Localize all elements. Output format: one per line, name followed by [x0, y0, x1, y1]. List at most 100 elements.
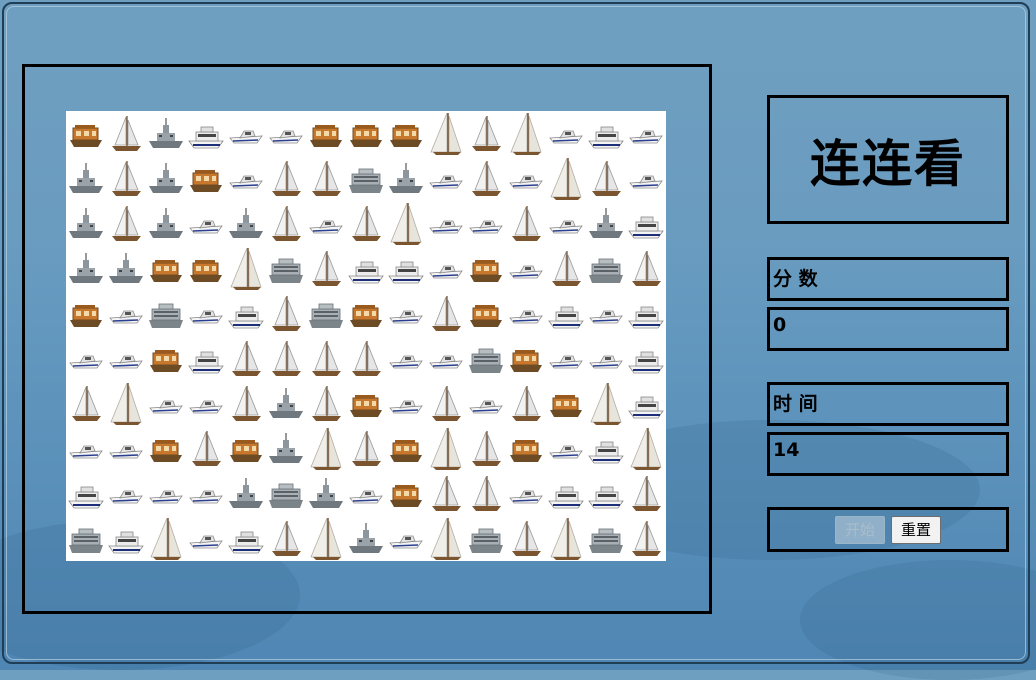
speedboat-tile[interactable] — [266, 111, 306, 156]
sailboat-tile[interactable] — [466, 111, 506, 156]
speedboat-tile[interactable] — [66, 336, 106, 381]
sailboat-tile[interactable] — [266, 336, 306, 381]
big-sail-tile[interactable] — [426, 516, 466, 561]
speedboat-tile[interactable] — [226, 156, 266, 201]
orange-boat-tile[interactable] — [226, 426, 266, 471]
gray-ship-tile[interactable] — [466, 516, 506, 561]
reset-button[interactable]: 重置 — [891, 515, 942, 544]
white-yacht-tile[interactable] — [586, 471, 626, 516]
sailboat-tile[interactable] — [106, 111, 146, 156]
sailboat-tile[interactable] — [66, 381, 106, 426]
orange-boat-tile[interactable] — [146, 426, 186, 471]
sailboat-tile[interactable] — [466, 426, 506, 471]
speedboat-tile[interactable] — [426, 336, 466, 381]
gray-ship-tile[interactable] — [466, 336, 506, 381]
gray-warship-tile[interactable] — [266, 381, 306, 426]
sailboat-tile[interactable] — [506, 516, 546, 561]
speedboat-tile[interactable] — [386, 516, 426, 561]
white-yacht-tile[interactable] — [346, 246, 386, 291]
big-sail-tile[interactable] — [626, 426, 666, 471]
speedboat-tile[interactable] — [106, 426, 146, 471]
big-sail-tile[interactable] — [546, 516, 586, 561]
white-yacht-tile[interactable] — [626, 201, 666, 246]
sailboat-tile[interactable] — [426, 291, 466, 336]
sailboat-tile[interactable] — [306, 381, 346, 426]
orange-boat-tile[interactable] — [306, 111, 346, 156]
orange-boat-tile[interactable] — [186, 246, 226, 291]
white-yacht-tile[interactable] — [226, 291, 266, 336]
sailboat-tile[interactable] — [426, 381, 466, 426]
speedboat-tile[interactable] — [626, 156, 666, 201]
white-yacht-tile[interactable] — [546, 471, 586, 516]
sailboat-tile[interactable] — [266, 291, 306, 336]
gray-warship-tile[interactable] — [266, 426, 306, 471]
sailboat-tile[interactable] — [546, 246, 586, 291]
orange-boat-tile[interactable] — [506, 336, 546, 381]
big-sail-tile[interactable] — [426, 426, 466, 471]
white-yacht-tile[interactable] — [586, 111, 626, 156]
speedboat-tile[interactable] — [186, 291, 226, 336]
orange-boat-tile[interactable] — [346, 381, 386, 426]
sailboat-tile[interactable] — [626, 246, 666, 291]
speedboat-tile[interactable] — [186, 471, 226, 516]
speedboat-tile[interactable] — [106, 336, 146, 381]
speedboat-tile[interactable] — [586, 336, 626, 381]
white-yacht-tile[interactable] — [106, 516, 146, 561]
speedboat-tile[interactable] — [506, 156, 546, 201]
speedboat-tile[interactable] — [66, 426, 106, 471]
white-yacht-tile[interactable] — [186, 336, 226, 381]
speedboat-tile[interactable] — [386, 336, 426, 381]
speedboat-tile[interactable] — [546, 201, 586, 246]
gray-warship-tile[interactable] — [146, 201, 186, 246]
white-yacht-tile[interactable] — [546, 291, 586, 336]
orange-boat-tile[interactable] — [146, 336, 186, 381]
big-sail-tile[interactable] — [106, 381, 146, 426]
sailboat-tile[interactable] — [266, 516, 306, 561]
speedboat-tile[interactable] — [426, 156, 466, 201]
speedboat-tile[interactable] — [106, 291, 146, 336]
speedboat-tile[interactable] — [426, 246, 466, 291]
sailboat-tile[interactable] — [226, 336, 266, 381]
orange-boat-tile[interactable] — [466, 246, 506, 291]
big-sail-tile[interactable] — [506, 111, 546, 156]
big-sail-tile[interactable] — [146, 516, 186, 561]
gray-warship-tile[interactable] — [146, 111, 186, 156]
sailboat-tile[interactable] — [266, 201, 306, 246]
white-yacht-tile[interactable] — [626, 336, 666, 381]
speedboat-tile[interactable] — [226, 111, 266, 156]
orange-boat-tile[interactable] — [346, 111, 386, 156]
orange-boat-tile[interactable] — [146, 246, 186, 291]
gray-ship-tile[interactable] — [346, 156, 386, 201]
sailboat-tile[interactable] — [466, 471, 506, 516]
speedboat-tile[interactable] — [546, 336, 586, 381]
speedboat-tile[interactable] — [306, 201, 346, 246]
gray-ship-tile[interactable] — [306, 291, 346, 336]
speedboat-tile[interactable] — [506, 291, 546, 336]
speedboat-tile[interactable] — [426, 201, 466, 246]
gray-ship-tile[interactable] — [586, 246, 626, 291]
white-yacht-tile[interactable] — [626, 291, 666, 336]
sailboat-tile[interactable] — [226, 381, 266, 426]
white-yacht-tile[interactable] — [626, 381, 666, 426]
speedboat-tile[interactable] — [186, 516, 226, 561]
sailboat-tile[interactable] — [626, 471, 666, 516]
big-sail-tile[interactable] — [306, 516, 346, 561]
gray-warship-tile[interactable] — [586, 201, 626, 246]
white-yacht-tile[interactable] — [386, 246, 426, 291]
gray-warship-tile[interactable] — [146, 156, 186, 201]
gray-warship-tile[interactable] — [306, 471, 346, 516]
orange-boat-tile[interactable] — [546, 381, 586, 426]
speedboat-tile[interactable] — [546, 426, 586, 471]
gray-warship-tile[interactable] — [226, 201, 266, 246]
speedboat-tile[interactable] — [626, 111, 666, 156]
sailboat-tile[interactable] — [346, 426, 386, 471]
white-yacht-tile[interactable] — [586, 426, 626, 471]
gray-ship-tile[interactable] — [146, 291, 186, 336]
gray-ship-tile[interactable] — [586, 516, 626, 561]
orange-boat-tile[interactable] — [506, 426, 546, 471]
sailboat-tile[interactable] — [426, 471, 466, 516]
sailboat-tile[interactable] — [346, 201, 386, 246]
orange-boat-tile[interactable] — [66, 291, 106, 336]
sailboat-tile[interactable] — [506, 201, 546, 246]
sailboat-tile[interactable] — [106, 156, 146, 201]
